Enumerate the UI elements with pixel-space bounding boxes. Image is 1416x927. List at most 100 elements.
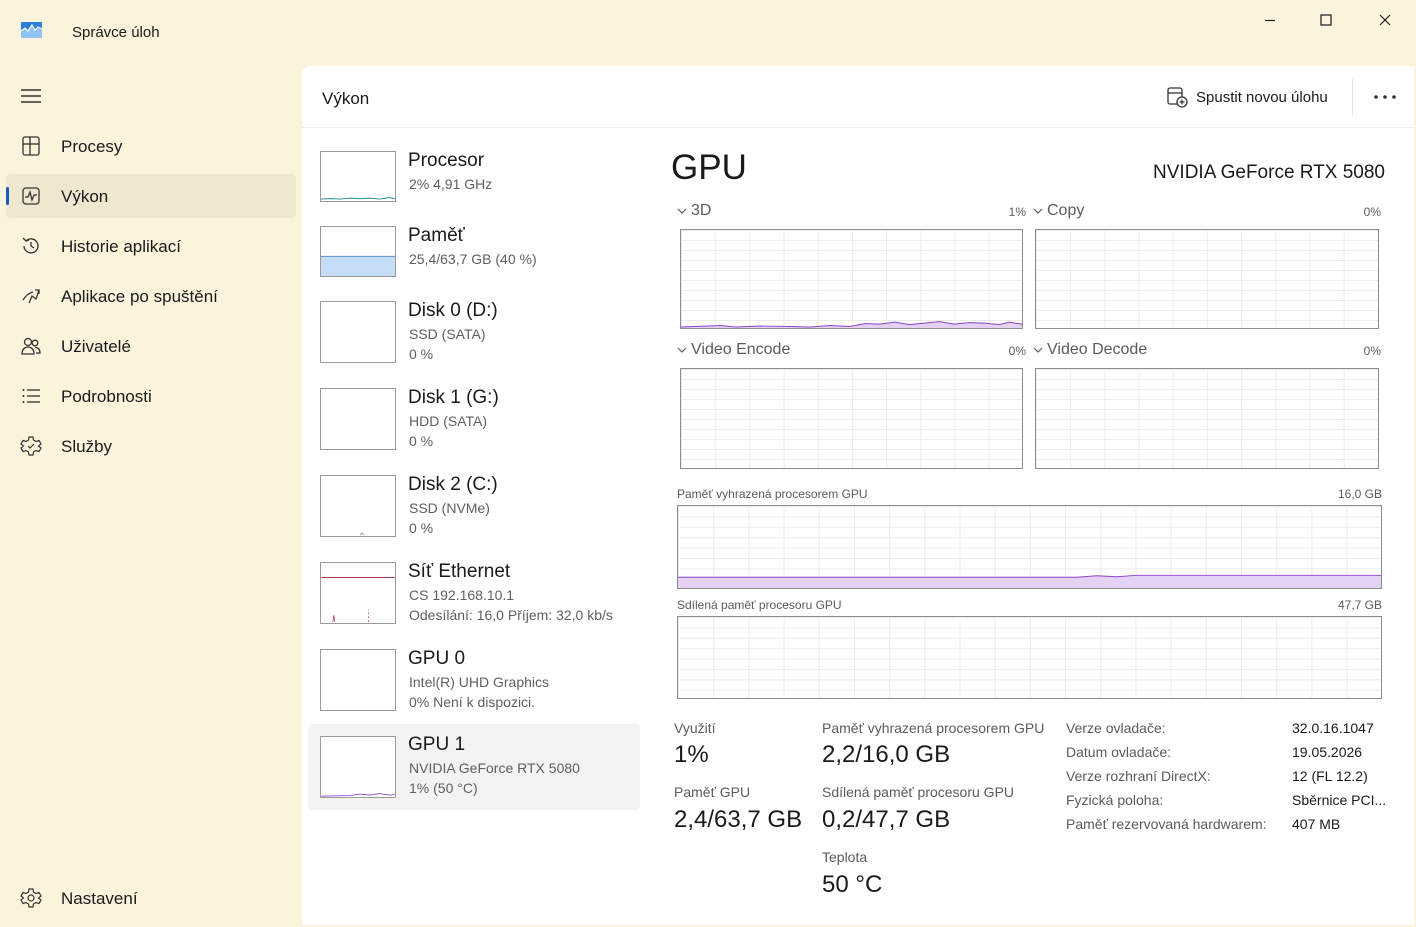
- task-manager-app-icon: [21, 22, 42, 38]
- details-icon: [22, 389, 40, 403]
- dedicated-memory-graph: [677, 505, 1382, 589]
- device-status: 0% Není k dispozici.: [409, 694, 536, 710]
- device-item-memory[interactable]: Paměť 25,4/63,7 GB (40 %): [308, 221, 640, 307]
- device-title: Síť Ethernet: [408, 561, 511, 582]
- device-title: GPU 0: [408, 648, 466, 669]
- device-item-disk-1[interactable]: Disk 1 (G:) HDD (SATA) 0 %: [308, 383, 640, 469]
- minimize-icon: [1265, 19, 1275, 22]
- device-item-cpu[interactable]: Procesor 2% 4,91 GHz: [308, 146, 640, 232]
- engine-graph-video-decode: [1035, 368, 1379, 469]
- sidebar-item-label: Uživatelé: [61, 337, 131, 356]
- minimize-button[interactable]: [1241, 6, 1299, 34]
- sidebar-item-label: Historie aplikací: [61, 237, 181, 256]
- disk-2-thumbnail-graph: [320, 475, 396, 537]
- chevron-down-icon: [1033, 208, 1043, 214]
- sidebar-item-label: Výkon: [61, 187, 109, 206]
- cpu-thumbnail-graph: [320, 151, 396, 202]
- engine-percent: 0%: [1008, 344, 1026, 358]
- physical-location-value: Sběrnice PCI...: [1292, 792, 1387, 808]
- sidebar-item-label: Procesy: [61, 137, 123, 156]
- shared-memory-max: 47,7 GB: [1337, 598, 1382, 612]
- services-icon: [20, 436, 42, 456]
- sidebar-item-services[interactable]: Služby: [6, 424, 296, 468]
- sidebar-item-settings[interactable]: Nastavení: [6, 876, 296, 920]
- device-item-disk-2[interactable]: Disk 2 (C:) SSD (NVMe) 0 %: [308, 470, 640, 556]
- sidebar-item-label: Podrobnosti: [61, 387, 152, 406]
- engine-selector-copy[interactable]: Copy: [1033, 202, 1084, 220]
- hamburger-menu-icon[interactable]: [20, 88, 42, 104]
- gpu-memory-value: 2,4/63,7 GB: [674, 806, 803, 833]
- performance-icon: [22, 187, 40, 205]
- gpu-model-name: NVIDIA GeForce RTX 5080: [1153, 162, 1385, 183]
- device-status: 1% (50 °C): [409, 780, 478, 796]
- device-status: 0 %: [409, 520, 434, 536]
- more-icon[interactable]: [1370, 86, 1400, 108]
- device-status: 0 %: [409, 346, 434, 362]
- utilization-label: Využití: [674, 720, 716, 736]
- engine-selector-video-encode[interactable]: Video Encode: [677, 341, 790, 359]
- maximize-button[interactable]: [1297, 6, 1355, 34]
- sidebar-item-details[interactable]: Podrobnosti: [6, 374, 296, 418]
- device-title: Procesor: [408, 150, 485, 171]
- processes-icon: [22, 136, 40, 156]
- device-item-disk-0[interactable]: Disk 0 (D:) SSD (SATA) 0 %: [308, 296, 640, 382]
- engine-selector-video-decode[interactable]: Video Decode: [1033, 341, 1147, 359]
- run-new-task-label: Spustit novou úlohu: [1196, 88, 1328, 106]
- chevron-down-icon: [677, 347, 687, 353]
- device-title: GPU 1: [408, 734, 466, 755]
- close-button[interactable]: [1356, 6, 1414, 34]
- engine-label: Video Decode: [1047, 341, 1148, 358]
- dedicated-memory-label: Paměť vyhrazená procesorem GPU: [677, 487, 868, 501]
- device-subtitle: Intel(R) UHD Graphics: [409, 674, 550, 690]
- shared-memory-label: Sdílená paměť procesoru GPU: [677, 598, 842, 612]
- utilization-value: 1%: [674, 741, 709, 768]
- page-title: Výkon: [322, 89, 370, 108]
- window-title: Správce úloh: [72, 24, 160, 41]
- history-icon: [22, 237, 39, 254]
- sidebar: Procesy Výkon Historie aplikací Aplikace…: [0, 64, 302, 927]
- driver-date-label: Datum ovladače:: [1066, 744, 1172, 760]
- chevron-down-icon: [677, 208, 687, 214]
- device-status: Odesílání: 16,0 Příjem: 32,0 kb/s: [409, 607, 613, 623]
- device-title: Disk 1 (G:): [408, 387, 499, 408]
- hardware-reserved-memory-value: 407 MB: [1292, 816, 1341, 832]
- gpu-0-thumbnail-graph: [320, 649, 396, 711]
- sidebar-item-performance[interactable]: Výkon: [6, 174, 296, 218]
- device-subtitle: SSD (SATA): [409, 326, 486, 342]
- dedicated-memory-stat-value: 2,2/16,0 GB: [822, 741, 951, 768]
- device-title: Disk 2 (C:): [408, 474, 498, 495]
- device-subtitle: 2% 4,91 GHz: [409, 176, 493, 192]
- gpu-1-thumbnail-graph: [320, 736, 396, 798]
- sidebar-item-processes[interactable]: Procesy: [6, 124, 296, 168]
- driver-version-label: Verze ovladače:: [1066, 720, 1166, 736]
- engine-percent: 1%: [1008, 205, 1026, 219]
- engine-percent: 0%: [1363, 205, 1381, 219]
- device-subtitle: 25,4/63,7 GB (40 %): [409, 251, 537, 267]
- hardware-reserved-memory-label: Paměť rezervovaná hardwarem:: [1066, 816, 1267, 832]
- temperature-label: Teplota: [822, 849, 868, 865]
- sidebar-item-label: Nastavení: [61, 889, 138, 908]
- sidebar-item-startup-apps[interactable]: Aplikace po spuštění: [6, 274, 296, 318]
- temperature-value: 50 °C: [822, 871, 883, 898]
- engine-label: 3D: [691, 202, 712, 219]
- engine-graph-copy: [1035, 229, 1379, 329]
- physical-location-label: Fyzická poloha:: [1066, 792, 1164, 808]
- engine-graph-3d: [680, 229, 1023, 329]
- engine-selector-3d[interactable]: 3D: [677, 202, 711, 220]
- ethernet-thumbnail-graph: [320, 562, 396, 624]
- new-task-icon: [1167, 87, 1188, 108]
- sidebar-item-users[interactable]: Uživatelé: [6, 324, 296, 368]
- chevron-down-icon: [1033, 347, 1043, 353]
- directx-version-label: Verze rozhraní DirectX:: [1066, 768, 1211, 784]
- device-item-gpu-0[interactable]: GPU 0 Intel(R) UHD Graphics 0% Není k di…: [308, 644, 640, 730]
- device-item-gpu-1[interactable]: GPU 1 NVIDIA GeForce RTX 5080 1% (50 °C): [308, 724, 640, 810]
- sidebar-item-label: Aplikace po spuštění: [61, 287, 218, 306]
- run-new-task-button[interactable]: Spustit novou úlohu: [1166, 84, 1328, 110]
- dedicated-memory-max: 16,0 GB: [1337, 487, 1382, 501]
- sidebar-item-app-history[interactable]: Historie aplikací: [6, 224, 296, 268]
- device-subtitle: HDD (SATA): [409, 413, 488, 429]
- device-item-ethernet[interactable]: Síť Ethernet CS 192.168.10.1 Odesílání: …: [308, 557, 640, 643]
- active-indicator: [6, 187, 9, 205]
- memory-thumbnail-graph: [320, 226, 396, 277]
- shared-memory-graph: [677, 616, 1382, 699]
